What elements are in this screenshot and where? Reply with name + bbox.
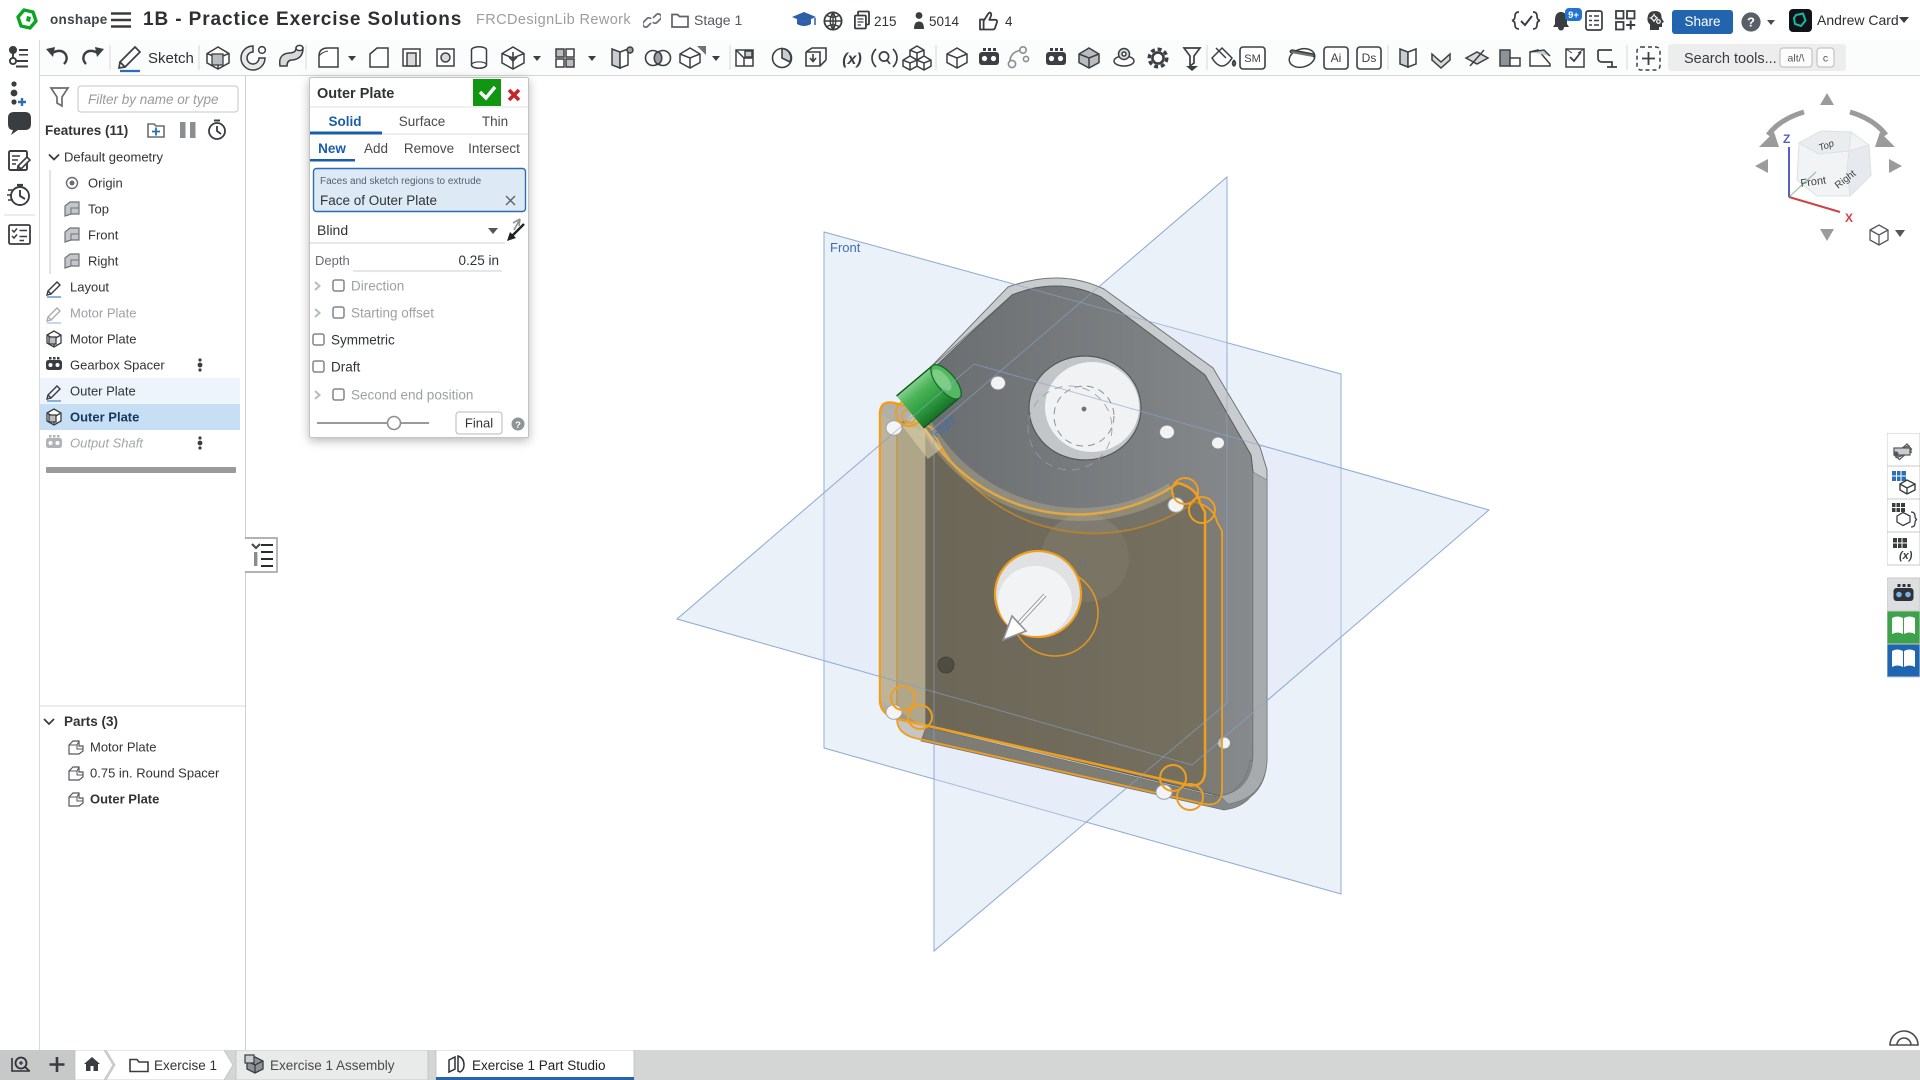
svg-text:Gearbox Spacer: Gearbox Spacer [70,358,165,373]
svg-text:Intersect: Intersect [468,141,520,156]
svg-text:Outer Plate: Outer Plate [70,384,136,399]
svg-text:Symmetric: Symmetric [331,333,395,348]
svg-text:Motor Plate: Motor Plate [70,306,136,321]
svg-text:Final: Final [465,416,493,431]
svg-text:Motor Plate: Motor Plate [90,740,156,755]
svg-text:Second end position: Second end position [351,388,473,403]
svg-text:Outer Plate: Outer Plate [90,792,159,807]
svg-text:alt/\: alt/\ [1788,53,1805,65]
svg-text:(x): (x) [1899,550,1913,562]
svg-text:Parts (3): Parts (3) [64,714,118,729]
svg-text:4: 4 [1005,14,1013,29]
svg-text:Right: Right [88,254,119,269]
svg-text:(x): (x) [842,51,862,68]
svg-text:Direction: Direction [351,279,404,294]
svg-text:New: New [318,141,346,156]
svg-text:X: X [1845,211,1853,225]
svg-text:Layout: Layout [70,280,109,295]
svg-text:Thin: Thin [482,114,508,129]
svg-text:?: ? [1747,15,1755,30]
svg-text:SM: SM [1244,53,1261,65]
svg-text:Top: Top [88,202,109,217]
svg-text:0.75 in. Round Spacer: 0.75 in. Round Spacer [90,766,220,781]
svg-text:c: c [1823,53,1828,65]
svg-text:Ai: Ai [1331,51,1342,65]
svg-text:Motor Plate: Motor Plate [70,332,136,347]
svg-text:Exercise 1 Assembly: Exercise 1 Assembly [270,1058,395,1073]
svg-text:Sketch: Sketch [148,50,194,67]
svg-text:Ds: Ds [1362,51,1377,65]
svg-text:Exercise 1: Exercise 1 [154,1058,217,1073]
svg-text:Add: Add [364,141,388,156]
svg-text:Solid: Solid [329,114,362,129]
svg-text:Features (11): Features (11) [45,123,128,138]
svg-text:Faces and sketch regions to ex: Faces and sketch regions to extrude [320,176,482,187]
svg-text:Remove: Remove [404,141,454,156]
svg-text:Draft: Draft [331,360,361,375]
svg-text:Starting offset: Starting offset [351,306,434,321]
svg-text:Output Shaft: Output Shaft [70,436,144,451]
svg-text:?: ? [515,420,521,431]
svg-text:Z: Z [1783,132,1790,146]
svg-text:0.25 in: 0.25 in [458,253,499,268]
svg-text:9+: 9+ [1568,10,1579,21]
svg-text:215: 215 [874,14,897,29]
svg-text:Front: Front [88,228,119,243]
svg-text:Outer Plate: Outer Plate [317,86,394,102]
svg-text:Surface: Surface [399,114,446,129]
svg-text:Default geometry: Default geometry [64,150,163,165]
svg-text:Depth: Depth [315,253,350,268]
svg-text:Search tools...: Search tools... [1684,51,1777,67]
svg-text:Filter by name or type: Filter by name or type [88,92,219,107]
svg-text:5014: 5014 [929,14,960,29]
svg-text:Face of Outer Plate: Face of Outer Plate [320,193,437,208]
svg-text:Exercise 1 Part Studio: Exercise 1 Part Studio [472,1058,606,1073]
svg-text:Outer Plate: Outer Plate [70,410,139,425]
svg-text:Blind: Blind [317,222,348,238]
svg-text:Front: Front [830,240,861,255]
svg-text:Origin: Origin [88,176,123,191]
